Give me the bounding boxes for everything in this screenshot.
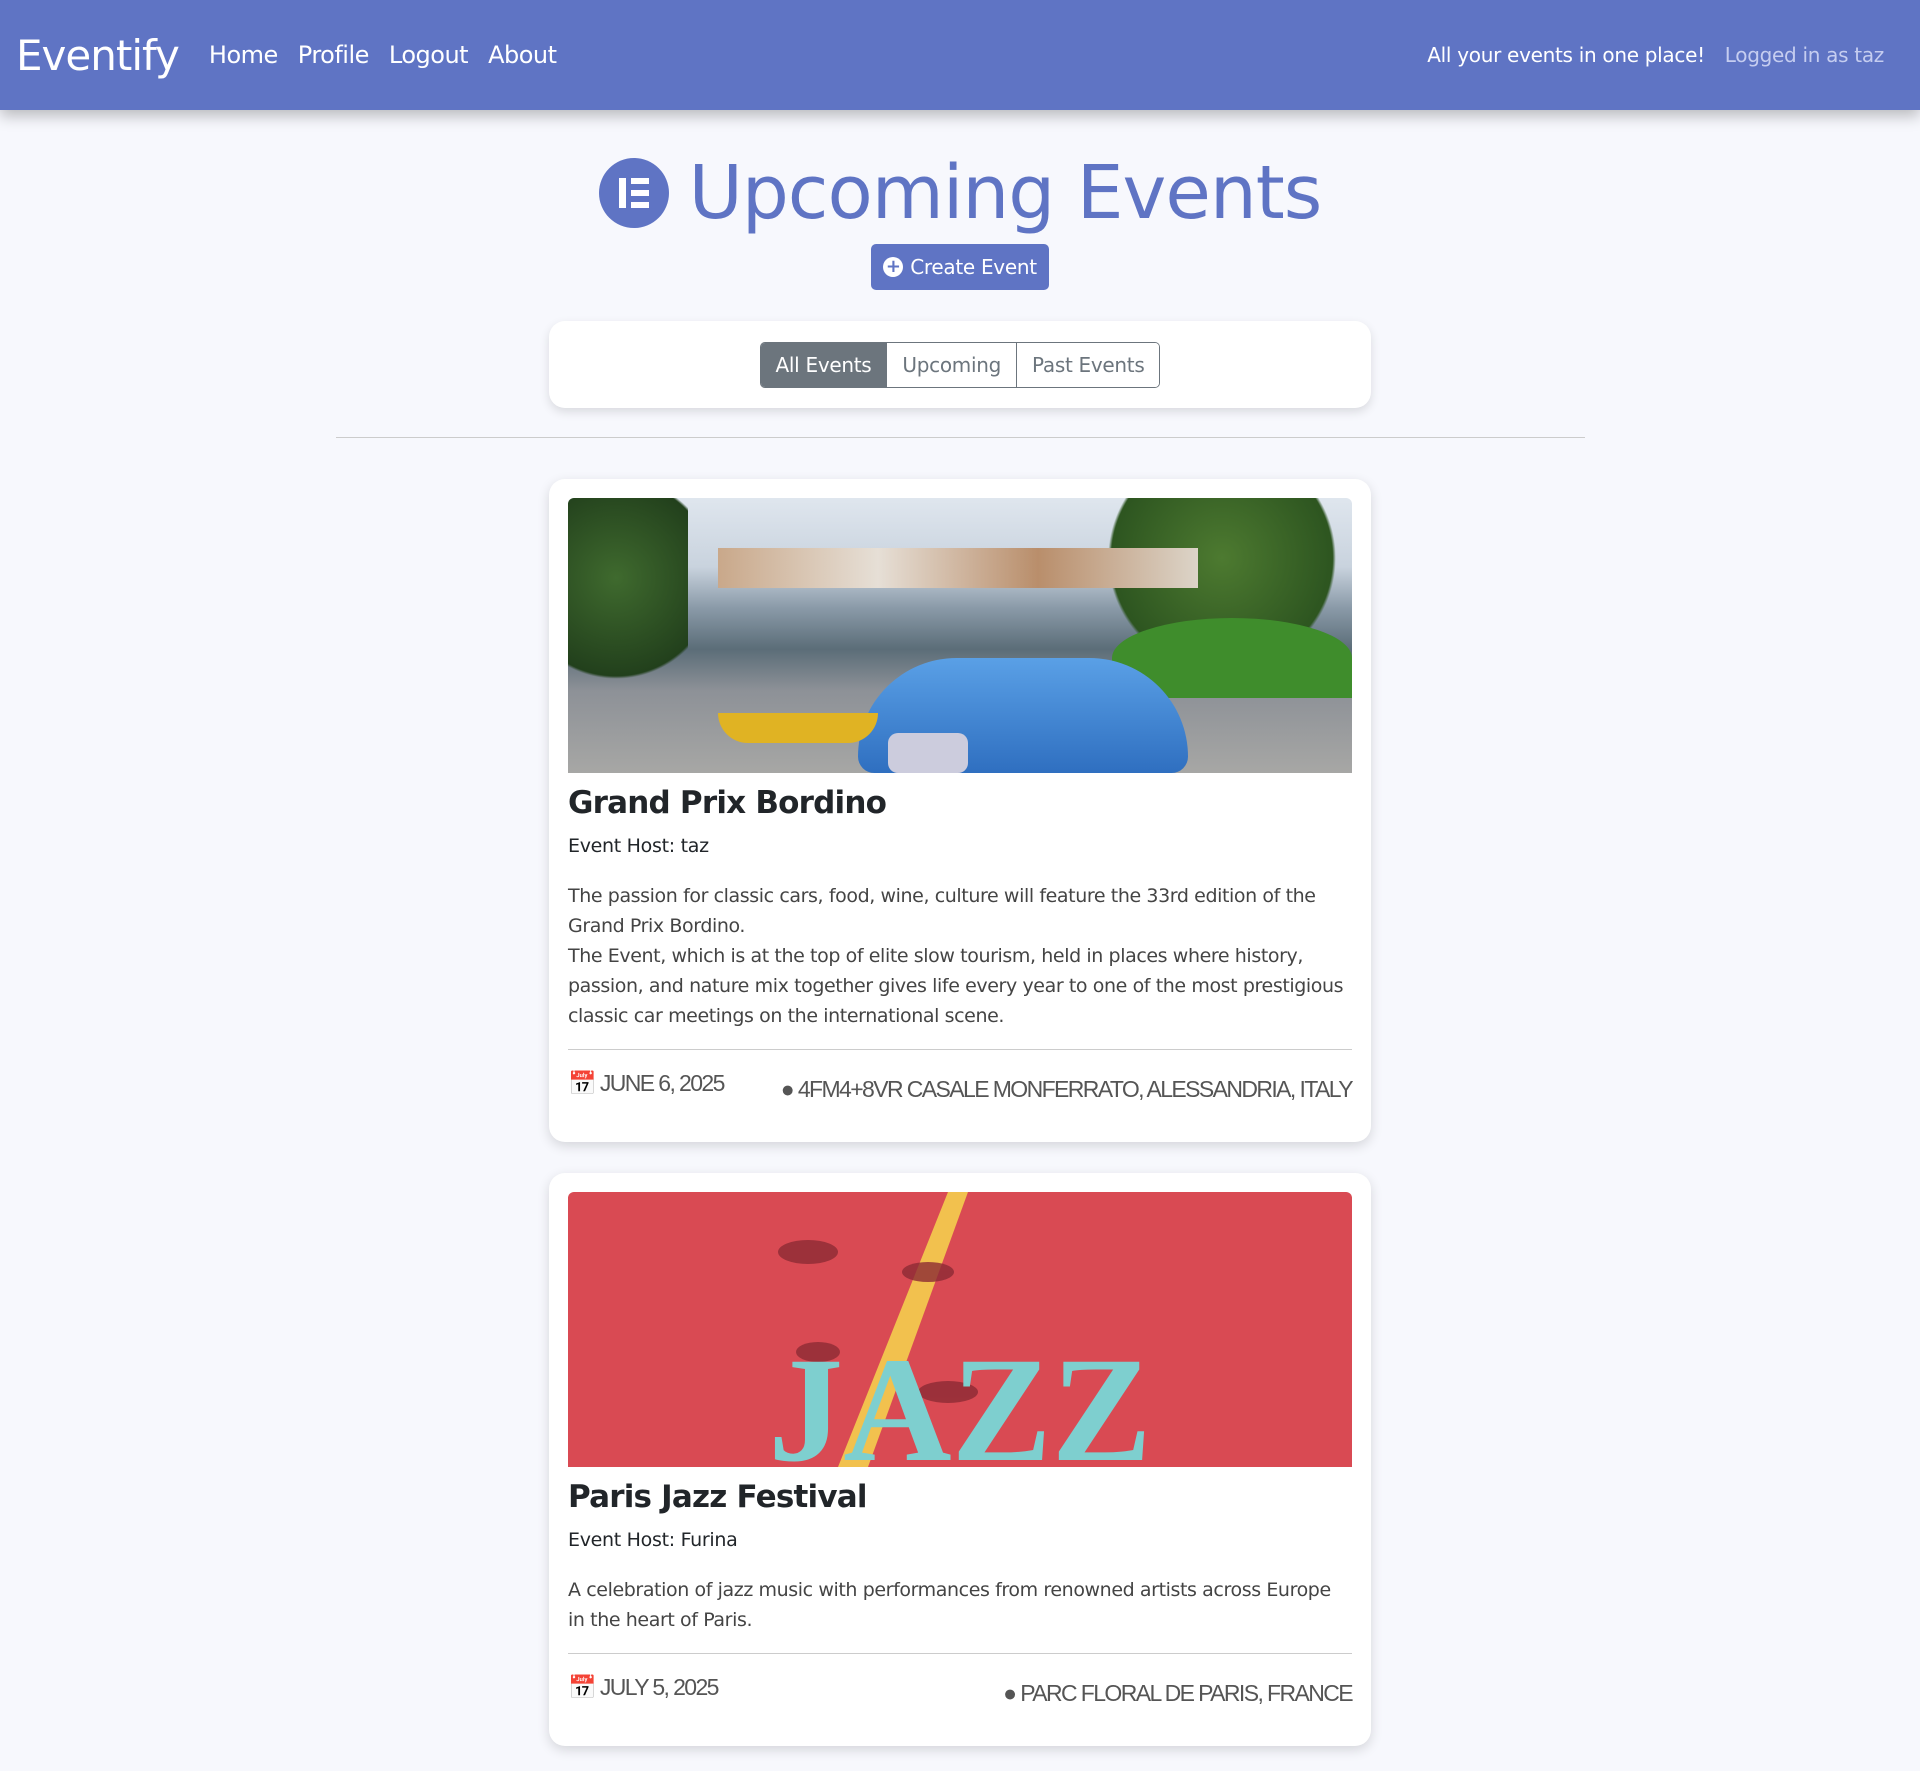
event-description: The passion for classic cars, food, wine… [568,885,1344,1027]
event-description: A celebration of jazz music with perform… [568,1579,1331,1631]
event-location-text: Parc Floral de Paris, France [1020,1680,1353,1706]
filter-panel: All Events Upcoming Past Events [549,321,1371,408]
card-divider [568,1653,1352,1654]
card-divider [568,1049,1352,1050]
divider [336,437,1585,438]
filter-upcoming[interactable]: Upcoming [886,342,1016,387]
nav-logout[interactable]: Logout [389,41,469,69]
event-date: 📅 June 6, 2025 [568,1070,726,1096]
elementor-logo-icon [598,158,669,228]
create-event-label: Create Event [910,255,1037,279]
jazz-lettering: JAZZ [768,1327,1151,1467]
event-location: ● Parc Floral de Paris, France [1003,1680,1353,1707]
filter-all-events[interactable]: All Events [760,342,887,387]
navbar: Eventify Home Profile Logout About All y… [0,0,1920,110]
event-date: 📅 July 5, 2025 [568,1674,720,1700]
event-card[interactable]: JAZZ Paris Jazz Festival Event Host: Fur… [549,1173,1371,1746]
filter-button-group: All Events Upcoming Past Events [759,341,1161,388]
event-date-text: July 5, 2025 [599,1674,720,1700]
event-host: Event Host: Furina [568,1529,738,1551]
event-image: JAZZ [568,1192,1352,1467]
map-pin-icon: ● [780,1076,795,1102]
create-event-button[interactable]: + Create Event [871,244,1049,290]
plus-circle-icon: + [883,257,904,277]
event-card[interactable]: Grand Prix Bordino Event Host: taz The p… [549,479,1371,1142]
page-title: Upcoming Events [688,150,1323,236]
jazz-artwork: JAZZ [768,1192,1152,1467]
tagline: All your events in one place! [1427,43,1705,67]
logged-in-user: Logged in as taz [1724,43,1885,67]
event-location: ● 4FM4+8VR Casale Monferrato, Alessandri… [780,1076,1354,1103]
brand-logo[interactable]: Eventify [16,31,180,80]
page-header: Upcoming Events [0,150,1920,236]
event-title[interactable]: Grand Prix Bordino [568,785,1352,821]
nav-about[interactable]: About [488,41,557,69]
map-pin-icon: ● [1003,1680,1017,1706]
event-image [568,498,1352,773]
event-date-text: June 6, 2025 [599,1070,726,1096]
nav-home[interactable]: Home [209,41,278,69]
filter-past-events[interactable]: Past Events [1016,342,1160,387]
event-host: Event Host: taz [568,835,709,857]
nav-profile[interactable]: Profile [298,41,370,69]
event-title[interactable]: Paris Jazz Festival [568,1479,1352,1515]
event-location-text: 4FM4+8VR Casale Monferrato, Alessandria,… [797,1076,1354,1102]
